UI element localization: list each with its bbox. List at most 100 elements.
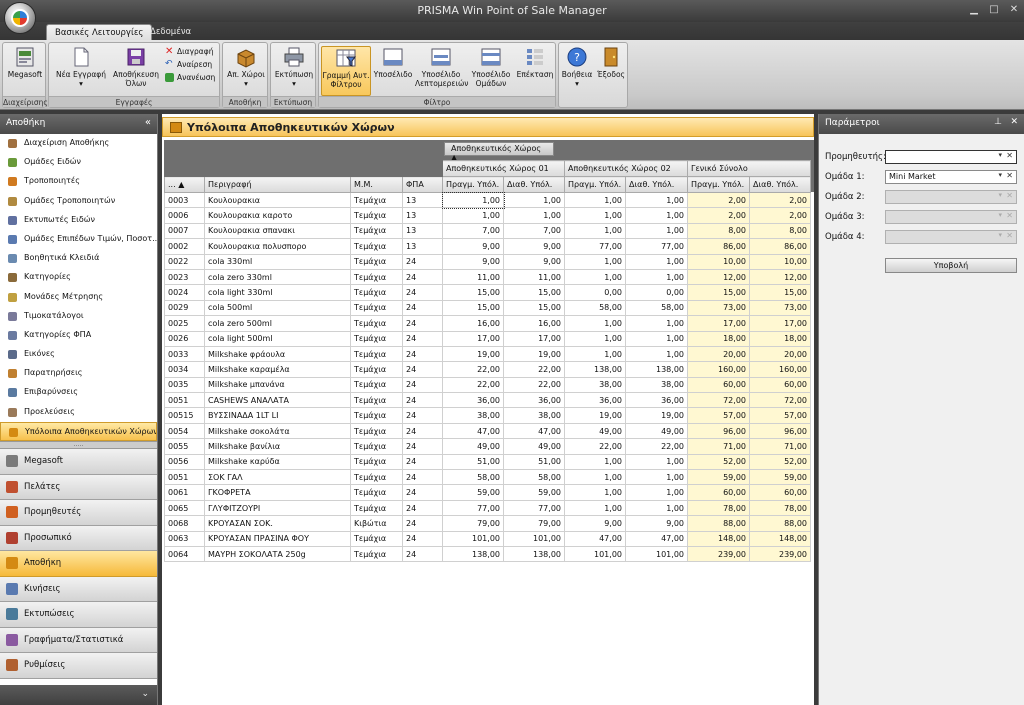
table-cell[interactable]: 15,00 bbox=[503, 299, 565, 317]
group2-field[interactable]: ▾ ✕ bbox=[885, 190, 1017, 204]
table-row[interactable]: 0002 Κουλουρακια πολυσπορο Τεμάχια 13 9,00 9,… bbox=[164, 238, 811, 255]
exit-button[interactable]: Έξοδος bbox=[595, 46, 627, 96]
table-cell[interactable]: 60,00 bbox=[749, 484, 811, 501]
table-cell[interactable]: 11,00 bbox=[503, 268, 565, 286]
table-cell[interactable]: 160,00 bbox=[687, 361, 750, 378]
table-cell[interactable]: 36,00 bbox=[503, 392, 565, 409]
table-cell[interactable]: 78,00 bbox=[687, 499, 750, 517]
col-total-actual[interactable]: Πραγμ. Υπόλ. bbox=[687, 176, 750, 193]
table-cell[interactable]: 19,00 bbox=[503, 345, 565, 363]
table-cell[interactable]: 11,00 bbox=[442, 268, 504, 286]
table-cell[interactable]: 9,00 bbox=[442, 238, 504, 255]
table-cell[interactable]: 47,00 bbox=[442, 422, 504, 440]
table-cell[interactable]: ΓΚΟΦΡΕΤΑ bbox=[204, 484, 351, 501]
table-cell[interactable]: ΣΟΚ ΓΑΛ bbox=[204, 469, 351, 486]
table-cell[interactable]: 38,00 bbox=[564, 376, 626, 394]
table-cell[interactable]: 88,00 bbox=[749, 515, 811, 532]
table-cell[interactable]: Τεμάχια bbox=[350, 361, 403, 378]
table-cell[interactable]: Τεμάχια bbox=[350, 330, 403, 347]
tab-data[interactable]: Δεδομένα bbox=[142, 24, 199, 40]
nav-category[interactable]: Γραφήματα/Στατιστικά bbox=[0, 627, 157, 653]
table-cell[interactable]: 7,00 bbox=[503, 222, 565, 240]
table-cell[interactable]: 15,00 bbox=[687, 284, 750, 301]
table-cell[interactable]: 1,00 bbox=[625, 453, 688, 471]
table-cell[interactable]: 78,00 bbox=[749, 499, 811, 517]
clear-icon[interactable]: ✕ bbox=[1006, 151, 1013, 160]
nav-splitter[interactable]: ..... bbox=[0, 441, 157, 449]
table-cell[interactable]: 0003 bbox=[164, 191, 205, 209]
table-row[interactable]: 0054 Milkshake σοκολάτα Τεμάχια 24 47,00 47,0… bbox=[164, 422, 811, 440]
table-row[interactable]: 0056 Milkshake καρύδα Τεμάχια 24 51,00 51,00 1… bbox=[164, 453, 811, 471]
nav-item[interactable]: Εκτυπωτές Ειδών bbox=[0, 211, 157, 230]
table-cell[interactable]: Κιβώτια bbox=[350, 515, 403, 532]
clear-icon[interactable]: ✕ bbox=[1006, 171, 1013, 180]
table-cell[interactable]: 101,00 bbox=[564, 545, 626, 563]
table-row[interactable]: 0026 cola light 500ml Τεμάχια 24 17,00 17,00 1… bbox=[164, 330, 811, 347]
table-cell[interactable]: 1,00 bbox=[625, 345, 688, 363]
table-cell[interactable]: 0007 bbox=[164, 222, 205, 240]
table-cell[interactable]: 24 bbox=[402, 330, 443, 347]
table-cell[interactable]: 36,00 bbox=[625, 392, 688, 409]
table-cell[interactable]: cola light 330ml bbox=[204, 284, 351, 301]
nav-item[interactable]: Υπόλοιπα Αποθηκευτικών Χώρων bbox=[0, 421, 157, 441]
new-record-button[interactable]: Νέα Εγγραφή ▾ bbox=[53, 46, 109, 96]
group1-field[interactable]: Mini Market ▾ ✕ bbox=[885, 170, 1017, 184]
col-s1-actual[interactable]: Πραγμ. Υπόλ. bbox=[442, 176, 504, 193]
table-cell[interactable]: 9,00 bbox=[442, 253, 504, 270]
table-cell[interactable]: 1,00 bbox=[625, 499, 688, 517]
table-cell[interactable]: 79,00 bbox=[503, 515, 565, 532]
table-row[interactable]: 0003 Κουλουρακια Τεμάχια 13 1,00 1,00 1,00 1,00… bbox=[164, 191, 811, 209]
table-cell[interactable]: 52,00 bbox=[749, 453, 811, 471]
table-cell[interactable]: Τεμάχια bbox=[350, 484, 403, 501]
table-cell[interactable]: 9,00 bbox=[564, 515, 626, 532]
table-cell[interactable]: Τεμάχια bbox=[350, 284, 403, 301]
table-cell[interactable]: 0054 bbox=[164, 422, 205, 440]
table-cell[interactable]: 0026 bbox=[164, 330, 205, 347]
table-cell[interactable]: 138,00 bbox=[564, 361, 626, 378]
table-cell[interactable]: 8,00 bbox=[687, 222, 750, 240]
table-cell[interactable]: Τεμάχια bbox=[350, 530, 403, 547]
close-button[interactable]: ✕ bbox=[1006, 3, 1022, 17]
table-cell[interactable]: 18,00 bbox=[749, 330, 811, 347]
chevron-down-icon[interactable]: ▾ bbox=[998, 151, 1002, 159]
delete-button[interactable]: ✕ Διαγραφή bbox=[165, 46, 213, 57]
help-button[interactable]: ? Βοήθεια ▾ bbox=[561, 46, 593, 96]
col-unit[interactable]: Μ.Μ. bbox=[350, 176, 403, 193]
table-cell[interactable]: 59,00 bbox=[687, 469, 750, 486]
table-cell[interactable]: 0006 bbox=[164, 207, 205, 224]
table-cell[interactable]: 10,00 bbox=[749, 253, 811, 270]
table-cell[interactable]: 24 bbox=[402, 315, 443, 332]
table-row[interactable]: 0055 Milkshake βανίλια Τεμάχια 24 49,00 49,00… bbox=[164, 438, 811, 455]
table-cell[interactable]: 38,00 bbox=[503, 407, 565, 424]
nav-category[interactable]: Megasoft bbox=[0, 449, 157, 475]
table-cell[interactable]: 13 bbox=[402, 191, 443, 209]
nav-item[interactable]: Κατηγορίες bbox=[0, 268, 157, 287]
table-cell[interactable]: 13 bbox=[402, 207, 443, 224]
table-cell[interactable]: 1,00 bbox=[503, 207, 565, 224]
table-cell[interactable]: 0065 bbox=[164, 499, 205, 517]
table-cell[interactable]: Milkshake φράουλα bbox=[204, 345, 351, 363]
table-cell[interactable]: Τεμάχια bbox=[350, 253, 403, 270]
store2-header[interactable]: Αποθηκευτικός Χώρος 02 bbox=[564, 160, 688, 177]
table-cell[interactable]: ΜΑΥΡΗ ΣΟΚΟΛΑΤΑ 250g bbox=[204, 545, 351, 563]
table-cell[interactable]: 1,00 bbox=[625, 469, 688, 486]
table-cell[interactable]: 47,00 bbox=[503, 422, 565, 440]
table-cell[interactable]: 96,00 bbox=[687, 422, 750, 440]
table-cell[interactable]: Κουλουρακια bbox=[204, 191, 351, 209]
table-cell[interactable]: 24 bbox=[402, 515, 443, 532]
table-cell[interactable]: 239,00 bbox=[687, 545, 750, 563]
table-cell[interactable]: 49,00 bbox=[564, 422, 626, 440]
table-cell[interactable]: 0002 bbox=[164, 238, 205, 255]
table-cell[interactable]: 24 bbox=[402, 345, 443, 363]
table-cell[interactable]: 1,00 bbox=[564, 268, 626, 286]
col-total-available[interactable]: Διαθ. Υπόλ. bbox=[749, 176, 811, 193]
table-cell[interactable]: 16,00 bbox=[503, 315, 565, 332]
group4-field[interactable]: ▾ ✕ bbox=[885, 230, 1017, 244]
table-cell[interactable]: 1,00 bbox=[442, 207, 504, 224]
chevron-down-icon[interactable]: ▾ bbox=[998, 171, 1002, 179]
table-cell[interactable]: Τεμάχια bbox=[350, 545, 403, 563]
table-cell[interactable]: cola light 500ml bbox=[204, 330, 351, 347]
table-cell[interactable]: 0051 bbox=[164, 469, 205, 486]
table-cell[interactable]: 8,00 bbox=[749, 222, 811, 240]
table-cell[interactable]: 22,00 bbox=[625, 438, 688, 455]
